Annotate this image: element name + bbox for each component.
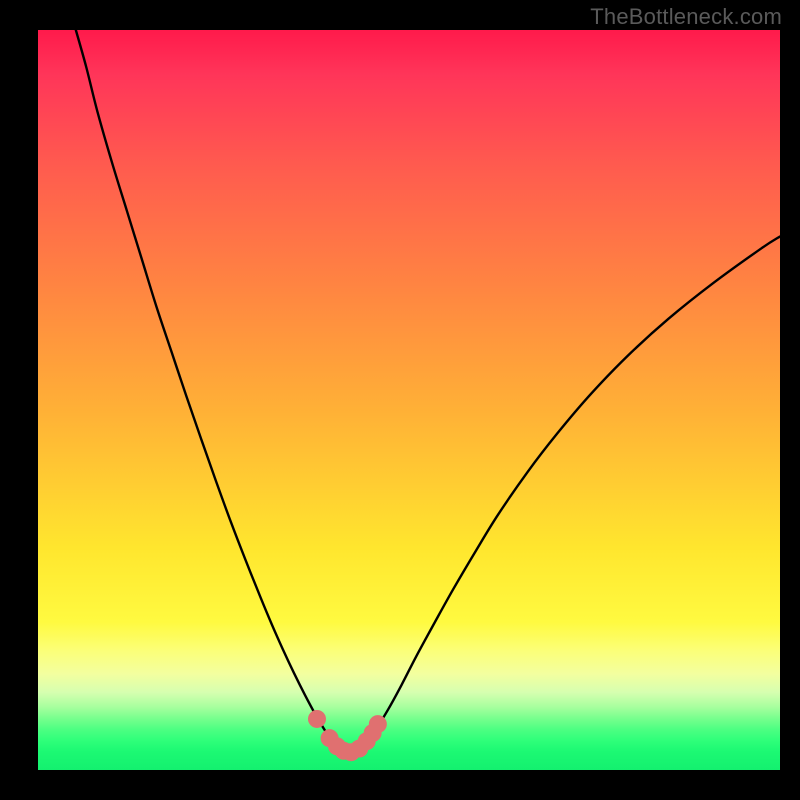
curve-markers bbox=[308, 710, 387, 761]
curve-marker bbox=[369, 715, 387, 733]
curve-marker bbox=[308, 710, 326, 728]
plot-area bbox=[38, 30, 780, 770]
watermark-text: TheBottleneck.com bbox=[590, 4, 782, 30]
curve-layer bbox=[38, 30, 780, 770]
bottleneck-curve bbox=[76, 30, 780, 752]
chart-frame: TheBottleneck.com bbox=[0, 0, 800, 800]
